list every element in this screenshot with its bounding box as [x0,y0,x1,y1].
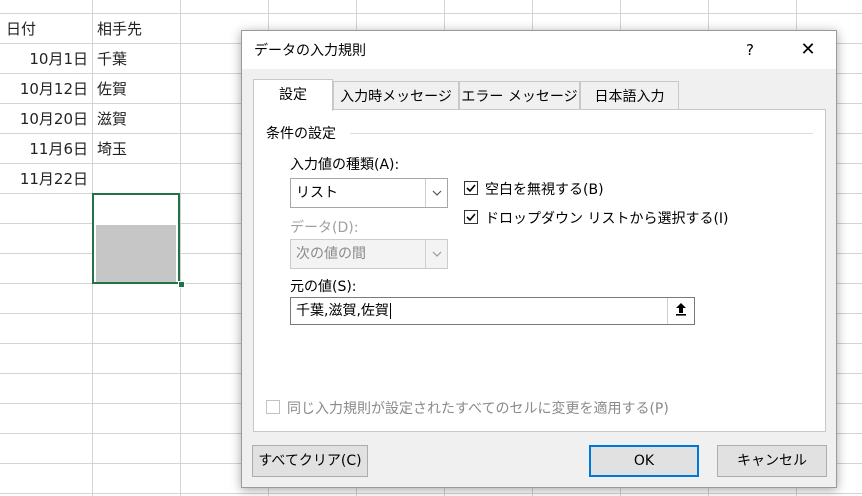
close-button[interactable]: ✕ [788,35,828,65]
settings-panel: 条件の設定 入力値の種類(A): リスト データ(D): 次の値の間 空白を無視… [253,109,826,432]
allow-label: 入力値の種類(A): [290,157,400,173]
tab-error-message[interactable]: エラー メッセージ [459,81,580,111]
tab-settings[interactable]: 設定 [253,79,333,111]
fill-handle[interactable] [178,281,185,288]
allow-combobox-value: リスト [296,185,338,201]
date-cell[interactable]: 11月22日 [0,164,88,194]
opponent-cell[interactable]: 埼玉 [97,134,127,164]
dialog-titlebar[interactable]: データの入力規則 ? ✕ [242,31,836,69]
range-select-icon [676,303,686,316]
group-label-criteria: 条件の設定 [266,126,336,142]
source-input-value: 千葉,滋賀,佐賀 [296,303,391,319]
data-label: データ(D): [290,220,359,236]
checkmark-icon [466,184,476,193]
opponent-cell[interactable]: 滋賀 [97,104,127,134]
text-caret [389,303,391,319]
dropdown-label[interactable]: ドロップダウン リストから選択する(I) [485,208,729,228]
chevron-down-icon[interactable] [425,179,447,207]
date-cell[interactable]: 10月1日 [0,44,88,74]
group-divider [350,133,813,134]
header-cell-date[interactable]: 日付 [6,14,36,44]
dialog-title: データの入力規則 [254,43,366,59]
header-cell-opponent[interactable]: 相手先 [97,14,142,44]
apply-all-checkbox [266,400,280,414]
selected-range[interactable] [92,193,180,284]
data-combobox: 次の値の間 [290,239,448,269]
tab-ime-mode[interactable]: 日本語入力 [580,81,679,111]
ignore-blank-checkbox[interactable] [464,181,478,195]
data-combobox-value: 次の値の間 [296,246,366,262]
date-cell[interactable]: 10月20日 [0,104,88,134]
date-cell[interactable]: 11月6日 [0,134,88,164]
opponent-cell[interactable]: 千葉 [97,44,127,74]
ignore-blank-label[interactable]: 空白を無視する(B) [485,179,604,199]
grid-row-line [0,493,862,494]
ok-button[interactable]: OK [589,445,699,477]
help-button[interactable]: ? [734,35,766,65]
data-validation-dialog: データの入力規則 ? ✕ 設定 入力時メッセージ エラー メッセージ 日本語入力… [241,30,837,488]
source-label: 元の値(S): [290,279,357,295]
grid-column-line [180,0,181,496]
clear-all-button[interactable]: すべてクリア(C) [252,445,368,477]
date-cell[interactable]: 10月12日 [0,74,88,104]
chevron-down-icon [425,240,447,268]
dropdown-checkbox[interactable] [464,210,478,224]
cancel-button[interactable]: キャンセル [717,445,827,477]
allow-combobox[interactable]: リスト [290,178,448,208]
tab-input-message[interactable]: 入力時メッセージ [333,81,459,111]
selected-range-shading [96,225,176,282]
opponent-cell[interactable]: 佐賀 [97,74,127,104]
close-icon: ✕ [800,39,816,60]
source-input[interactable]: 千葉,滋賀,佐賀 [290,297,695,325]
checkmark-icon [466,213,476,222]
range-select-button[interactable] [667,298,694,324]
apply-all-label: 同じ入力規則が設定されたすべてのセルに変更を適用する(P) [287,401,669,417]
